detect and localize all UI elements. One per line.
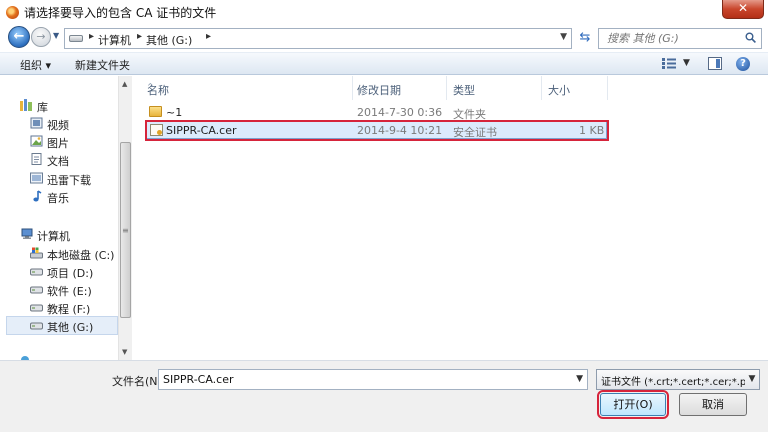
- nav-label-drive-c: 本地磁盘 (C:): [47, 249, 115, 262]
- dialog-footer: 文件名(N): ▼ 证书文件 (*.crt;*.cert;*.cer;*.pem…: [0, 360, 768, 432]
- nav-label-pictures: 图片: [47, 137, 69, 150]
- nav-scrollbar[interactable]: ▲ ≡ ▼: [118, 76, 132, 360]
- forward-arrow-icon: →: [36, 30, 46, 43]
- drive-icon: [30, 286, 43, 294]
- video-icon: [30, 117, 43, 129]
- filename-dropdown-icon[interactable]: ▼: [576, 374, 583, 384]
- search-box[interactable]: [598, 28, 762, 49]
- column-label-name: 名称: [147, 84, 169, 97]
- breadcrumb-separator-icon[interactable]: ▸: [206, 31, 211, 42]
- preview-pane-icon[interactable]: [708, 57, 722, 70]
- nav-label-drive-e: 软件 (E:): [47, 285, 92, 298]
- column-label-type: 类型: [453, 84, 475, 97]
- nav-label-drive-d: 项目 (D:): [47, 267, 94, 280]
- forward-button[interactable]: →: [31, 27, 51, 47]
- nav-label-videos: 视频: [47, 119, 69, 132]
- breadcrumb-computer[interactable]: 计算机: [98, 32, 131, 48]
- back-arrow-icon: ←: [13, 29, 25, 44]
- filename-input[interactable]: [163, 372, 563, 387]
- column-header-modified[interactable]: 修改日期: [351, 76, 447, 100]
- address-bar[interactable]: ▸ 计算机 ▸ 其他 (G:) ▸ ▼: [64, 28, 572, 49]
- nav-label-drive-f: 教程 (F:): [47, 303, 91, 316]
- scroll-up-icon[interactable]: ▲: [122, 80, 127, 88]
- cancel-button[interactable]: 取消: [679, 393, 747, 416]
- breadcrumb-drive-g[interactable]: 其他 (G:): [146, 32, 192, 48]
- column-header-name[interactable]: ^ 名称: [141, 76, 353, 100]
- back-button[interactable]: ←: [8, 26, 30, 48]
- open-button[interactable]: 打开(O): [597, 390, 669, 419]
- file-list: ^ 名称 修改日期 类型 大小 ~1 2014-7-30 0:36 文件夹 SI…: [133, 76, 768, 360]
- close-button[interactable]: ✕: [722, 0, 764, 19]
- dialog-title: 请选择要导入的包含 CA 证书的文件: [24, 6, 217, 20]
- refresh-button[interactable]: ⇆: [576, 30, 594, 46]
- music-icon: [33, 190, 42, 202]
- filetype-select[interactable]: 证书文件 (*.crt;*.cert;*.cer;*.pem) ▼: [596, 369, 760, 390]
- annotation-highlight-file: [145, 120, 609, 141]
- nav-label-drive-g: 其他 (G:): [47, 321, 94, 334]
- folder-icon: [149, 106, 162, 117]
- view-dropdown-icon[interactable]: ▼: [683, 58, 690, 68]
- library-icon: [20, 99, 32, 111]
- nav-label-thunder-downloads: 迅雷下载: [47, 174, 91, 187]
- scroll-down-icon[interactable]: ▼: [122, 348, 127, 356]
- navigation-row: ← → ▼ ▸ 计算机 ▸ 其他 (G:) ▸ ▼ ⇆: [0, 24, 768, 52]
- nav-computer-label: 计算机: [37, 230, 70, 243]
- open-file-dialog: 请选择要导入的包含 CA 证书的文件 ✕ ← → ▼ ▸ 计算机 ▸ 其他 (G…: [0, 0, 768, 432]
- new-folder-button[interactable]: 新建文件夹: [75, 57, 130, 73]
- drive-icon: [30, 304, 43, 312]
- history-dropdown-icon[interactable]: ▼: [53, 31, 59, 40]
- filename-combobox[interactable]: ▼: [158, 369, 588, 390]
- drive-icon: [69, 35, 83, 42]
- navigation-pane: 库 视频 图片 文档 迅雷下载 音乐 计算机 本地磁盘 (C:) 项目 (D:)…: [0, 76, 132, 364]
- help-icon[interactable]: ?: [736, 57, 750, 71]
- refresh-icon: ⇆: [579, 30, 591, 45]
- column-header-type[interactable]: 类型: [447, 76, 542, 100]
- command-bar: 组织 ▾ 新建文件夹 ▼ ?: [0, 52, 768, 75]
- column-header-size[interactable]: 大小: [542, 76, 608, 100]
- breadcrumb-separator-icon[interactable]: ▸: [137, 31, 142, 42]
- document-icon: [31, 153, 42, 165]
- download-folder-icon: [30, 172, 43, 184]
- organize-menu[interactable]: 组织 ▾: [20, 57, 51, 73]
- view-options-icon[interactable]: [662, 58, 676, 69]
- file-modified: 2014-7-30 0:36: [357, 106, 443, 119]
- breadcrumb-separator-icon[interactable]: ▸: [89, 31, 94, 42]
- column-label-size: 大小: [548, 84, 570, 97]
- drive-icon: [30, 268, 43, 276]
- column-label-modified: 修改日期: [357, 84, 401, 97]
- picture-icon: [30, 135, 43, 147]
- nav-label-music: 音乐: [47, 192, 69, 205]
- scroll-grip-icon: ≡: [122, 226, 129, 235]
- filetype-value: 证书文件 (*.crt;*.cert;*.cer;*.pem): [601, 377, 760, 388]
- search-icon[interactable]: [745, 32, 756, 43]
- system-drive-icon: [30, 247, 43, 259]
- drive-icon: [30, 322, 43, 330]
- search-input[interactable]: [607, 31, 737, 46]
- file-name: ~1: [166, 106, 183, 119]
- app-icon: [6, 6, 19, 19]
- computer-icon: [21, 228, 33, 239]
- nav-label-documents: 文档: [47, 155, 69, 168]
- address-dropdown-icon[interactable]: ▼: [560, 32, 567, 42]
- nav-library-label: 库: [37, 101, 48, 114]
- title-bar: 请选择要导入的包含 CA 证书的文件 ✕: [0, 0, 768, 24]
- filetype-dropdown-icon[interactable]: ▼: [745, 370, 759, 389]
